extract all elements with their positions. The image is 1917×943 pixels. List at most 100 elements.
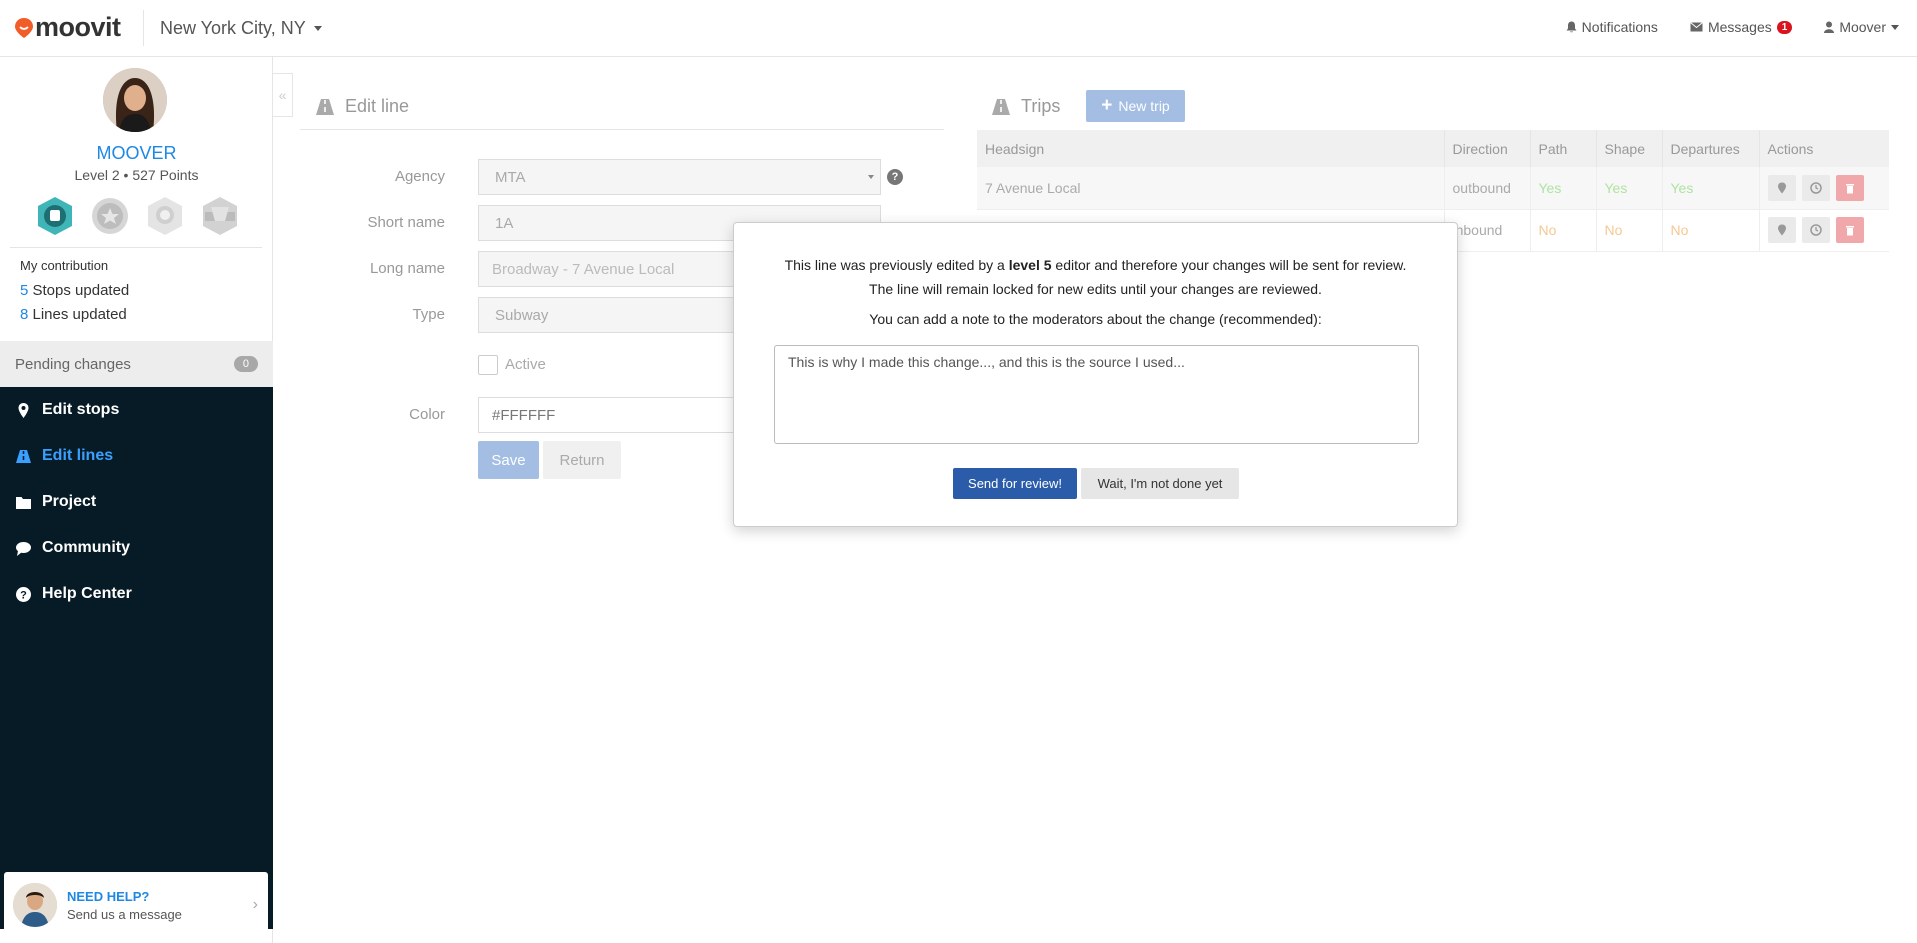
trash-icon[interactable] xyxy=(1835,217,1864,243)
sidebar: MOOVER Level 2 • 527 Points My contribut… xyxy=(0,57,273,943)
profile-avatar[interactable] xyxy=(103,68,167,132)
profile-username[interactable]: MOOVER xyxy=(0,143,273,164)
map-pin-icon[interactable] xyxy=(1767,174,1796,201)
active-label: Active xyxy=(505,356,546,373)
support-avatar xyxy=(13,883,57,927)
cell-departures: Yes xyxy=(1662,167,1760,210)
modal-note-prompt: You can add a note to the moderators abo… xyxy=(869,311,1322,327)
agency-select[interactable]: MTA xyxy=(478,159,881,195)
question-icon: ? xyxy=(16,586,31,602)
nav-label-community: Community xyxy=(42,539,130,556)
edit-line-title: Edit line xyxy=(345,96,410,116)
pending-changes[interactable]: Pending changes 0 xyxy=(0,341,273,387)
column-header-headsign[interactable]: Headsign xyxy=(977,130,1445,167)
cell-direction: outbound xyxy=(1444,167,1531,210)
color-value: #FFFFFF xyxy=(492,406,556,424)
moderator-note-textarea[interactable]: This is why I made this change..., and t… xyxy=(774,345,1419,444)
cell-path: Yes xyxy=(1530,167,1597,210)
chevron-down-icon xyxy=(313,26,322,31)
new-trip-label: New trip xyxy=(1118,98,1170,114)
logo-pin-icon xyxy=(15,17,33,38)
nav-item-help-center[interactable]: ? Help Center xyxy=(0,571,273,617)
trash-icon[interactable] xyxy=(1835,174,1864,201)
help-card-title: NEED HELP? xyxy=(67,888,150,904)
road-icon xyxy=(316,98,334,115)
chevron-down-icon xyxy=(1891,24,1899,30)
trips-title: Trips xyxy=(1021,96,1061,116)
support-avatar-image xyxy=(13,883,57,927)
top-nav: Notifications Messages 1 Moover xyxy=(1566,19,1899,35)
messages-link[interactable]: Messages 1 xyxy=(1690,19,1793,35)
long-name-placeholder: Broadway - 7 Avenue Local xyxy=(492,260,675,278)
moovit-logo[interactable]: moovit xyxy=(14,12,121,43)
nav-item-project[interactable]: Project xyxy=(0,479,273,525)
column-header-departures[interactable]: Departures xyxy=(1662,130,1760,167)
nav-item-edit-stops[interactable]: Edit stops xyxy=(0,387,273,433)
edit-line-divider xyxy=(300,129,944,130)
lines-updated-stat: 8 Lines updated xyxy=(20,306,127,323)
road-badge-icon[interactable] xyxy=(199,195,241,237)
user-menu[interactable]: Moover xyxy=(1824,19,1899,35)
cell-actions xyxy=(1759,167,1889,210)
edit-line-header: Edit line xyxy=(315,96,409,117)
map-pin-icon[interactable] xyxy=(1767,217,1796,243)
long-name-label: Long name xyxy=(369,260,445,277)
not-done-button[interactable]: Wait, I'm not done yet xyxy=(1081,468,1239,499)
logo-text: moovit xyxy=(35,12,121,42)
stops-updated-stat: 5 Stops updated xyxy=(20,282,129,299)
nav-item-edit-lines[interactable]: Edit lines xyxy=(0,433,273,479)
top-bar: moovit New York City, NY Notifications M… xyxy=(0,0,1917,57)
chevron-right-icon: › xyxy=(252,896,258,913)
nav-label-edit-stops: Edit stops xyxy=(42,401,120,418)
city-label: New York City, NY xyxy=(160,18,306,38)
table-row[interactable]: 7 Avenue Local outbound Yes Yes Yes xyxy=(977,167,1889,210)
envelope-icon xyxy=(1690,22,1703,32)
user-icon xyxy=(1824,21,1835,33)
need-help-card[interactable]: NEED HELP? Send us a message › xyxy=(4,872,268,938)
short-name-value: 1A xyxy=(495,214,514,232)
column-header-shape[interactable]: Shape xyxy=(1596,130,1663,167)
bell-icon xyxy=(1566,21,1577,33)
plus-icon: + xyxy=(1101,95,1113,116)
save-button[interactable]: Save xyxy=(478,441,539,479)
agency-value: MTA xyxy=(495,168,526,186)
active-checkbox[interactable] xyxy=(478,355,498,375)
column-header-direction[interactable]: Direction xyxy=(1444,130,1531,167)
short-name-label: Short name xyxy=(367,214,445,231)
trips-header: Trips xyxy=(991,96,1060,117)
road-icon xyxy=(992,98,1010,115)
medal-badge-icon[interactable] xyxy=(144,195,186,237)
city-selector[interactable]: New York City, NY xyxy=(160,18,322,39)
star-badge-icon[interactable] xyxy=(89,195,131,237)
type-value: Subway xyxy=(495,306,549,324)
header-divider xyxy=(143,10,144,46)
svg-text:?: ? xyxy=(20,589,27,601)
modal-message-start: This line was previously edited by a xyxy=(784,257,1009,273)
bus-badge-icon[interactable] xyxy=(34,195,76,237)
review-modal: This line was previously edited by a lev… xyxy=(733,222,1458,527)
agency-help-icon[interactable]: ? xyxy=(887,169,903,185)
collapse-sidebar-button[interactable]: « xyxy=(273,73,293,117)
pending-changes-count: 0 xyxy=(233,356,258,372)
clock-icon[interactable] xyxy=(1801,217,1830,243)
new-trip-button[interactable]: + New trip xyxy=(1086,90,1185,122)
contribution-title: My contribution xyxy=(20,258,109,273)
cell-shape: Yes xyxy=(1596,167,1663,210)
nav-item-community[interactable]: Community xyxy=(0,525,273,571)
table-header-row: Headsign Direction Path Shape Departures… xyxy=(977,130,1889,167)
double-chevron-left-icon: « xyxy=(278,87,287,103)
sidebar-divider xyxy=(10,247,262,248)
map-pin-icon xyxy=(18,402,29,418)
main-nav: Edit stops Edit lines Project Community … xyxy=(0,387,273,929)
help-card-subtitle: Send us a message xyxy=(67,906,182,922)
column-header-path[interactable]: Path xyxy=(1530,130,1597,167)
clock-icon[interactable] xyxy=(1801,174,1830,201)
chevron-down-icon xyxy=(868,175,874,179)
return-button[interactable]: Return xyxy=(543,441,621,479)
nav-label-help-center: Help Center xyxy=(42,585,132,602)
notifications-link[interactable]: Notifications xyxy=(1566,19,1658,35)
road-icon xyxy=(16,449,31,463)
avatar-image xyxy=(103,68,167,132)
nav-label-edit-lines: Edit lines xyxy=(42,447,114,464)
send-for-review-button[interactable]: Send for review! xyxy=(953,468,1077,499)
